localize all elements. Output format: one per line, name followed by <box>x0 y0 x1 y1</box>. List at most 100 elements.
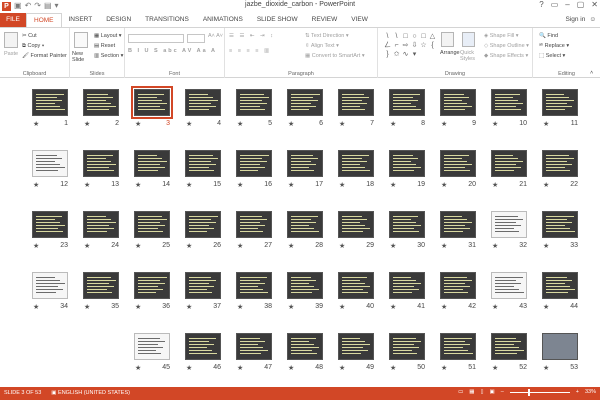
paste-icon[interactable] <box>4 32 18 48</box>
slide-thumbnail[interactable] <box>440 150 476 177</box>
slide-sorter-view-icon[interactable]: ▦ <box>469 389 474 395</box>
transition-star-icon[interactable]: ★ <box>339 120 345 128</box>
layout-button[interactable]: ▦ Layout ▾ <box>94 33 122 39</box>
font-size-combo[interactable] <box>187 34 205 43</box>
replace-button[interactable]: ᵃᵇ Replace ▾ <box>539 43 569 49</box>
transition-star-icon[interactable]: ★ <box>186 181 192 189</box>
slide-thumbnail[interactable] <box>491 333 527 360</box>
zoom-slider-knob[interactable] <box>527 388 530 396</box>
slide-thumbnail[interactable] <box>185 89 221 116</box>
transition-star-icon[interactable]: ★ <box>492 364 498 372</box>
slide-thumbnail[interactable] <box>236 272 272 299</box>
slide-thumbnail[interactable] <box>185 150 221 177</box>
slide-thumbnail[interactable] <box>131 86 173 119</box>
slide-thumbnail[interactable] <box>32 150 68 177</box>
transition-star-icon[interactable]: ★ <box>543 364 549 372</box>
tab-transitions[interactable]: TRANSITIONS <box>138 13 196 27</box>
transition-star-icon[interactable]: ★ <box>543 120 549 128</box>
tab-review[interactable]: REVIEW <box>305 13 345 27</box>
paste-button[interactable]: Paste <box>4 51 18 57</box>
slide-thumbnail[interactable] <box>134 211 170 238</box>
tab-slide-show[interactable]: SLIDE SHOW <box>250 13 305 27</box>
transition-star-icon[interactable]: ★ <box>237 303 243 311</box>
slide-thumbnail[interactable] <box>32 211 68 238</box>
transition-star-icon[interactable]: ★ <box>84 120 90 128</box>
slide-thumbnail[interactable] <box>185 211 221 238</box>
arrow-shape-icon[interactable]: ⇩ <box>410 41 419 50</box>
slide-thumbnail[interactable] <box>236 211 272 238</box>
slide-thumbnail[interactable] <box>83 150 119 177</box>
smiley-feedback-icon[interactable]: ☺ <box>589 13 596 27</box>
language-status[interactable]: ▣ ENGLISH (UNITED STATES) <box>51 390 130 396</box>
slide-thumbnail[interactable] <box>440 333 476 360</box>
transition-star-icon[interactable]: ★ <box>84 242 90 250</box>
slide-thumbnail[interactable] <box>338 150 374 177</box>
format-painter-button[interactable]: 🖌 Format Painter <box>22 53 67 59</box>
slide-thumbnail[interactable] <box>338 211 374 238</box>
tab-file[interactable]: FILE <box>0 13 26 27</box>
slide-thumbnail[interactable] <box>287 211 323 238</box>
slide-thumbnail[interactable] <box>134 333 170 360</box>
maximize-icon[interactable]: ▢ <box>577 0 585 9</box>
shape-fill-button[interactable]: ◈ Shape Fill ▾ <box>484 33 519 39</box>
transition-star-icon[interactable]: ★ <box>186 364 192 372</box>
shape-outline-button[interactable]: ◇ Shape Outline ▾ <box>484 43 529 49</box>
help-icon[interactable]: ? <box>539 0 543 9</box>
slide-thumbnail[interactable] <box>389 89 425 116</box>
slide-thumbnail[interactable] <box>389 150 425 177</box>
triangle-shape-icon[interactable]: △ <box>428 32 437 41</box>
zoom-level[interactable]: 33% <box>585 389 596 395</box>
transition-star-icon[interactable]: ★ <box>186 303 192 311</box>
transition-star-icon[interactable]: ★ <box>186 120 192 128</box>
slide-thumbnail[interactable] <box>440 211 476 238</box>
align-text-button[interactable]: ⇳ Align Text ▾ <box>305 43 339 49</box>
star-shape-icon[interactable]: ☆ <box>419 41 428 50</box>
cut-button[interactable]: ✂ Cut <box>22 33 37 39</box>
slide-thumbnail[interactable] <box>287 272 323 299</box>
more-shapes-icon[interactable]: ▾ <box>410 50 419 59</box>
font-size-grow-shrink-icon[interactable]: A˄ A˅ <box>208 33 223 39</box>
transition-star-icon[interactable]: ★ <box>135 303 141 311</box>
transition-star-icon[interactable]: ★ <box>441 242 447 250</box>
slide-thumbnail[interactable] <box>83 89 119 116</box>
new-slide-button[interactable]: New Slide <box>72 51 94 63</box>
shapes-gallery[interactable]: \ \ □ ○ □ △ ㄥ ⌐ ⇨ ⇩ ☆{ } ✩ ∿ ▾ <box>383 32 437 62</box>
transition-star-icon[interactable]: ★ <box>543 303 549 311</box>
tab-view[interactable]: VIEW <box>344 13 375 27</box>
new-slide-icon[interactable] <box>74 32 88 48</box>
zoom-slider[interactable] <box>509 388 570 396</box>
collapse-ribbon-icon[interactable]: ˄ <box>590 70 593 76</box>
transition-star-icon[interactable]: ★ <box>135 181 141 189</box>
slide-thumbnail[interactable] <box>542 89 578 116</box>
slide-thumbnail[interactable] <box>83 272 119 299</box>
slide-thumbnail[interactable] <box>32 272 68 299</box>
curve-shape-icon[interactable]: ∿ <box>401 50 410 59</box>
section-button[interactable]: ▥ Section ▾ <box>94 53 123 59</box>
slide-thumbnail[interactable] <box>236 333 272 360</box>
slide-thumbnail[interactable] <box>542 211 578 238</box>
transition-star-icon[interactable]: ★ <box>441 120 447 128</box>
slide-thumbnail[interactable] <box>542 272 578 299</box>
tab-animations[interactable]: ANIMATIONS <box>196 13 250 27</box>
normal-view-icon[interactable]: ▭ <box>458 389 463 395</box>
slide-thumbnail[interactable] <box>491 211 527 238</box>
oval-shape-icon[interactable]: ○ <box>410 32 419 41</box>
transition-star-icon[interactable]: ★ <box>492 120 498 128</box>
ribbon-display-options-icon[interactable]: ▭ <box>551 0 559 9</box>
transition-star-icon[interactable]: ★ <box>84 181 90 189</box>
quick-styles-button[interactable]: Quick Styles <box>460 50 482 62</box>
transition-star-icon[interactable]: ★ <box>33 181 39 189</box>
tab-insert[interactable]: INSERT <box>62 13 100 27</box>
slide-thumbnail[interactable] <box>440 89 476 116</box>
slide-thumbnail[interactable] <box>185 333 221 360</box>
sign-in-link[interactable]: Sign in <box>565 13 585 27</box>
transition-star-icon[interactable]: ★ <box>288 120 294 128</box>
transition-star-icon[interactable]: ★ <box>492 181 498 189</box>
transition-star-icon[interactable]: ★ <box>492 303 498 311</box>
rectangle-shape-icon[interactable]: □ <box>419 32 428 41</box>
slide-thumbnail[interactable] <box>440 272 476 299</box>
slide-thumbnail[interactable] <box>134 272 170 299</box>
font-name-combo[interactable] <box>128 34 184 43</box>
slide-thumbnail[interactable] <box>236 150 272 177</box>
brace-shape-icon[interactable]: } <box>383 50 392 59</box>
